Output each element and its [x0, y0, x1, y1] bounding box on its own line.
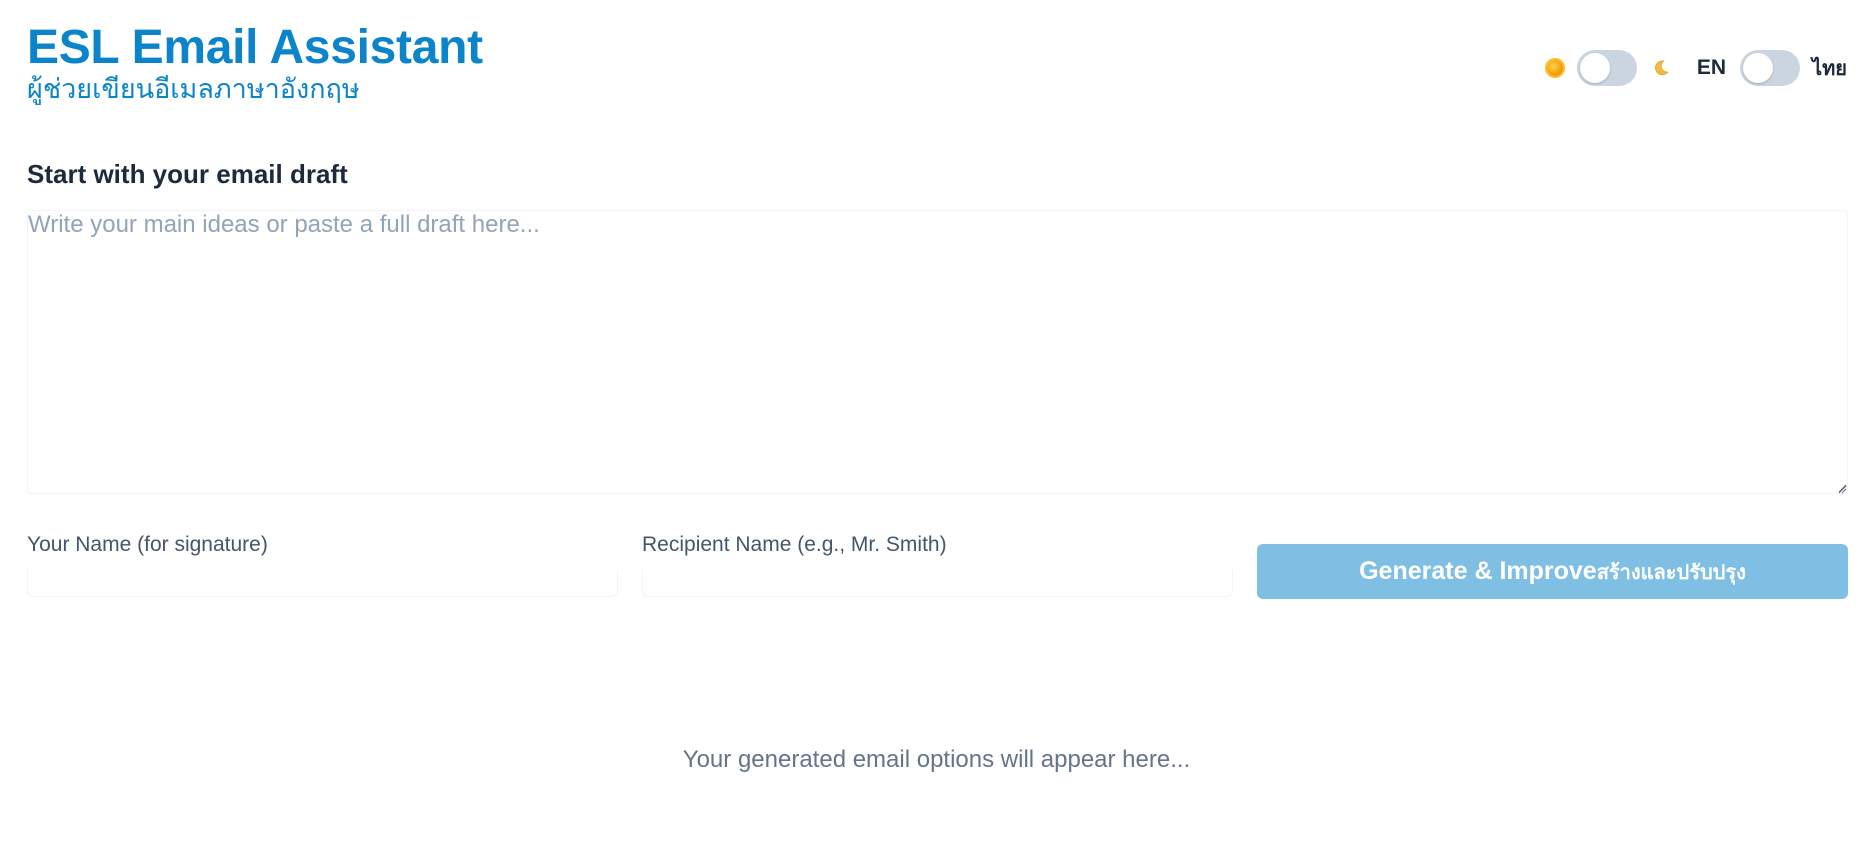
theme-toggle[interactable] — [1576, 50, 1637, 86]
generate-improve-button[interactable]: Generate & Improve สร้างและปรับปรุง — [1257, 544, 1848, 599]
language-toggle[interactable] — [1740, 50, 1801, 86]
your-name-input[interactable] — [27, 570, 618, 597]
results-empty-message: Your generated email options will appear… — [682, 746, 1191, 773]
app-page: ESL Email Assistant ผู้ช่วยเขียนอีเมลภาษ… — [0, 0, 1873, 844]
sun-icon — [1546, 60, 1563, 76]
recipient-name-input[interactable] — [642, 570, 1233, 597]
recipient-name-label: Recipient Name (e.g., Mr. Smith) — [642, 533, 947, 556]
app-title: ESL Email Assistant — [27, 21, 483, 74]
language-label-th: ไทย — [1812, 56, 1847, 80]
your-name-label: Your Name (for signature) — [27, 533, 268, 556]
generate-button-label-th: สร้างและปรับปรุง — [1596, 559, 1746, 584]
generate-button-label-en: Generate & Improve — [1359, 557, 1597, 585]
draft-label: Start with your email draft — [27, 159, 348, 189]
language-toggle-knob — [1743, 53, 1774, 83]
app-subtitle: ผู้ช่วยเขียนอีเมลภาษาอังกฤษ — [27, 74, 360, 105]
moon-icon — [1654, 60, 1669, 76]
resize-grip-icon[interactable] — [1837, 484, 1847, 494]
language-label-en: EN — [1696, 56, 1727, 79]
header: ESL Email Assistant ผู้ช่วยเขียนอีเมลภาษ… — [27, 22, 483, 106]
draft-textarea[interactable] — [27, 210, 1848, 494]
theme-toggle-knob — [1579, 53, 1610, 83]
header-controls: EN ไทย — [1546, 50, 1847, 86]
